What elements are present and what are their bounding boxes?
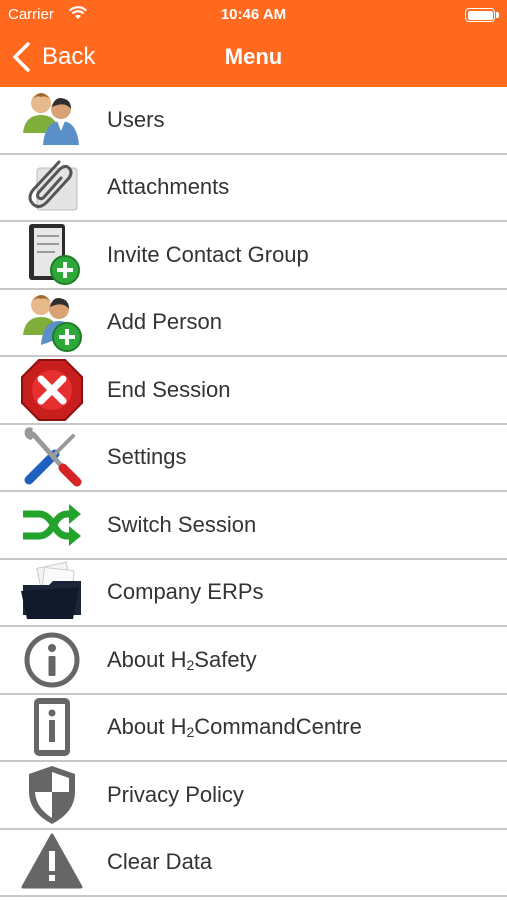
- users-icon: [19, 87, 85, 153]
- page-title: Menu: [224, 44, 283, 69]
- tools-icon: [19, 424, 85, 490]
- menu-item-privacy-policy[interactable]: Privacy Policy: [0, 762, 507, 830]
- paperclip-icon: [19, 154, 85, 220]
- contact-book-add-icon: [19, 222, 85, 288]
- menu-item-clear-data[interactable]: Clear Data: [0, 829, 507, 897]
- menu-item-label: End Session: [107, 376, 231, 402]
- shuffle-icon: [19, 492, 85, 558]
- add-person-icon: [19, 289, 85, 355]
- menu-item-label: Settings: [107, 444, 187, 470]
- menu-item-switch-session[interactable]: Switch Session: [0, 492, 507, 560]
- menu-item-company-erps[interactable]: Company ERPs: [0, 559, 507, 627]
- menu-item-label: About H2CommandCentre: [107, 714, 362, 741]
- menu-item-users[interactable]: Users: [0, 87, 507, 155]
- menu-item-label: Users: [107, 106, 165, 132]
- clock: 10:46 AM: [220, 6, 287, 23]
- menu-item-label: Add Person: [107, 309, 222, 335]
- menu-item-attachments[interactable]: Attachments: [0, 154, 507, 222]
- folder-icon: [19, 559, 85, 625]
- menu-item-label: Company ERPs: [107, 579, 264, 605]
- menu-item-invite-contact-group[interactable]: Invite Contact Group: [0, 222, 507, 290]
- menu-item-label: Switch Session: [107, 511, 257, 537]
- menu-item-label: Privacy Policy: [107, 781, 244, 807]
- menu-item-label: Invite Contact Group: [107, 241, 309, 267]
- shield-icon: [19, 762, 85, 828]
- menu-item-settings[interactable]: Settings: [0, 424, 507, 492]
- info-device-icon: [19, 694, 85, 760]
- nav-bar: Back Menu: [0, 30, 507, 87]
- battery-icon: [465, 8, 495, 22]
- battery-tip: [496, 12, 499, 18]
- menu-item-add-person[interactable]: Add Person: [0, 289, 507, 357]
- menu-item-end-session[interactable]: End Session: [0, 357, 507, 425]
- menu-item-label: Attachments: [107, 174, 230, 200]
- menu-item-about-h2safety[interactable]: About H2Safety: [0, 627, 507, 695]
- menu-item-label: About H2Safety: [107, 646, 257, 673]
- nav-header: Carrier 10:46 AM Back Menu: [0, 0, 507, 87]
- info-circle-icon: [19, 627, 85, 693]
- stop-x-icon: [19, 357, 85, 423]
- menu-list: Users Attachments Invite Contact Group A…: [0, 87, 507, 897]
- warning-icon: [19, 829, 85, 895]
- menu-item-about-h2commandcentre[interactable]: About H2CommandCentre: [0, 694, 507, 762]
- menu-item-label: Clear Data: [107, 849, 213, 875]
- status-bar: Carrier 10:46 AM: [0, 0, 507, 30]
